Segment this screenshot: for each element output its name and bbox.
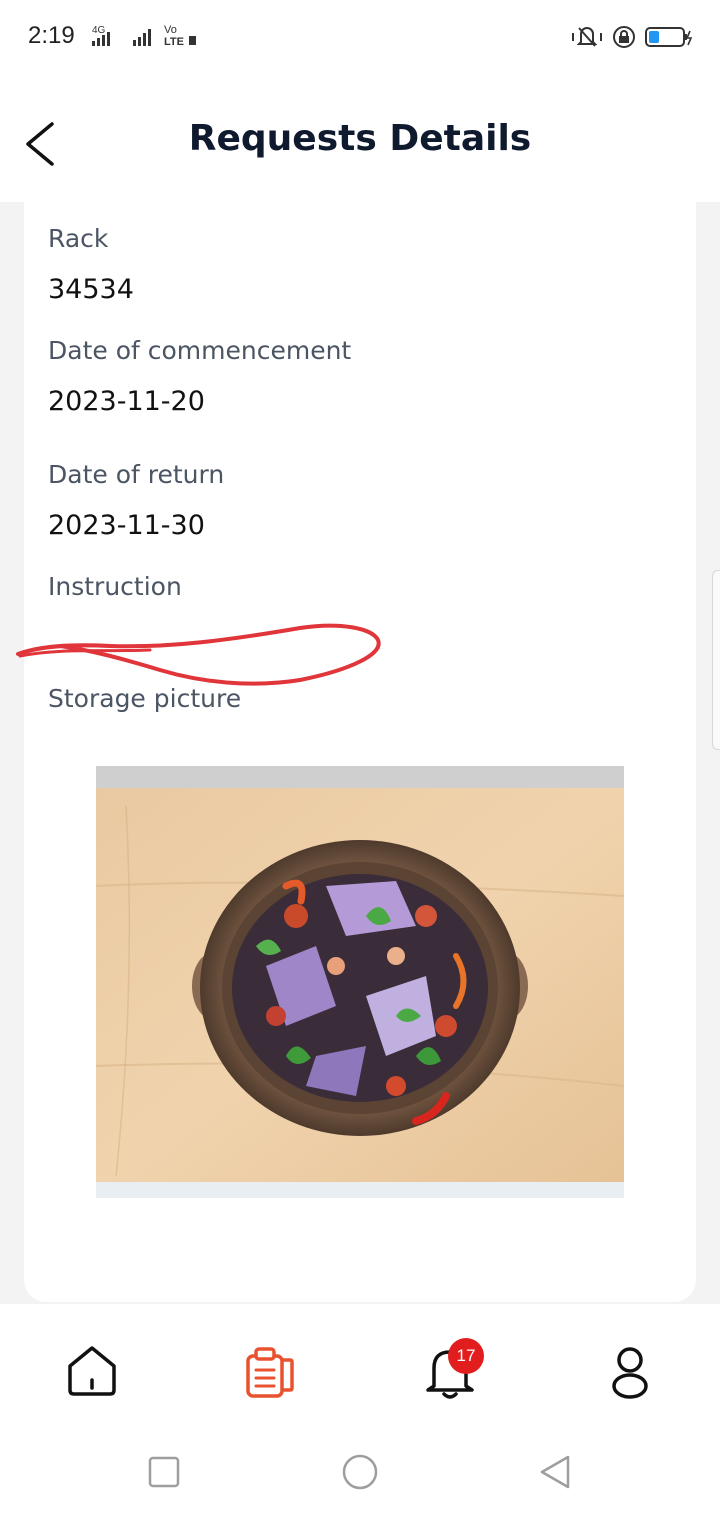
rack-label: Rack: [48, 224, 109, 253]
status-time: 2:19: [28, 22, 75, 49]
page-title: Requests Details: [188, 118, 532, 159]
commencement-label: Date of commencement: [48, 336, 352, 365]
app-header: Requests Details: [0, 76, 720, 202]
vibrate-icon: [572, 27, 602, 47]
recent-apps-button[interactable]: [144, 1452, 184, 1492]
return-label: Date of return: [48, 460, 225, 489]
notification-badge: 17: [448, 1338, 484, 1374]
nav-home[interactable]: [62, 1340, 122, 1400]
battery-icon: [645, 27, 693, 47]
home-system-button[interactable]: [340, 1452, 380, 1492]
lock-rotation-icon: [613, 26, 635, 48]
status-bar: 2:19 4G Vo LTE: [0, 0, 720, 76]
back-system-button[interactable]: [536, 1452, 576, 1492]
details-card: Rack 34534 Date of commencement 2023-11-…: [24, 202, 696, 1302]
svg-text:Vo: Vo: [164, 24, 177, 36]
commencement-value: 2023-11-20: [48, 386, 205, 417]
signal-indicators: 4G Vo LTE: [84, 24, 198, 48]
storage-picture-label: Storage picture: [48, 684, 242, 713]
home-icon: [68, 1346, 116, 1396]
circle-icon: [342, 1454, 378, 1490]
bottom-nav: 17: [0, 1304, 720, 1414]
svg-text:4G: 4G: [92, 25, 106, 36]
system-nav-bar: [0, 1414, 720, 1520]
status-right-icons: [570, 24, 694, 50]
instruction-label: Instruction: [48, 572, 182, 601]
signal-4g-icon: 4G: [92, 25, 110, 46]
nav-requests[interactable]: [240, 1340, 300, 1400]
content-area[interactable]: Rack 34534 Date of commencement 2023-11-…: [0, 202, 720, 1304]
storage-picture[interactable]: [96, 766, 624, 1198]
triangle-back-icon: [540, 1455, 570, 1489]
return-value: 2023-11-30: [48, 510, 205, 541]
square-icon: [148, 1456, 180, 1488]
svg-text:LTE: LTE: [164, 36, 184, 48]
nav-profile[interactable]: [600, 1340, 660, 1400]
volte-icon: Vo LTE: [164, 24, 196, 48]
scrollbar[interactable]: [712, 570, 720, 750]
user-icon: [612, 1347, 648, 1399]
rack-value: 34534: [48, 274, 134, 305]
clipboard-icon: [246, 1347, 294, 1398]
signal-bars-icon: [133, 29, 151, 46]
